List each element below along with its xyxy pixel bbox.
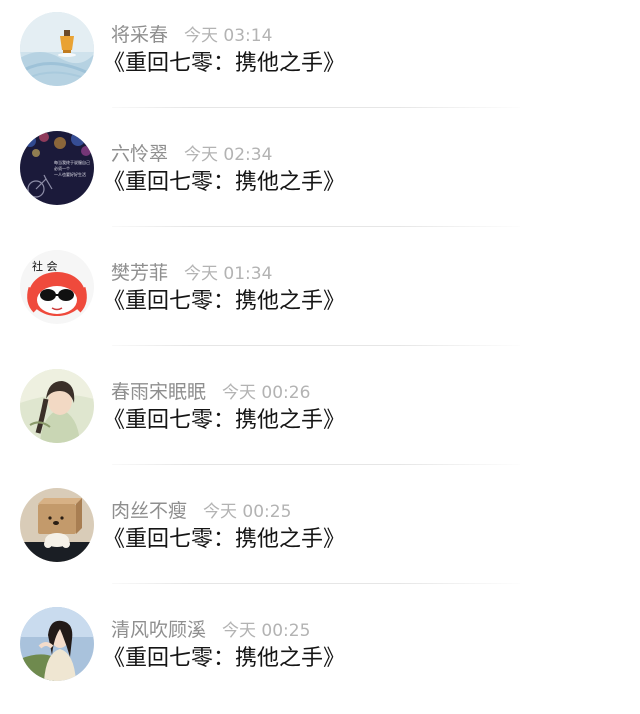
- username[interactable]: 肉丝不瘦: [111, 500, 187, 522]
- comment-text: 《重回七零：携他之手》: [103, 51, 346, 76]
- comment-meta: 樊芳菲 今天 01:34: [111, 260, 272, 286]
- cartoon-sunglasses-icon: 社 会: [20, 250, 94, 324]
- username[interactable]: 春雨宋眠眠: [111, 381, 206, 403]
- comment-item[interactable]: 将采春 今天 03:14 《重回七零：携他之手》: [0, 0, 640, 119]
- avatar-caption-line: 一人也要好好生活: [54, 171, 86, 177]
- username[interactable]: 将采春: [111, 24, 168, 46]
- comment-meta: 六怜翠 今天 02:34: [111, 141, 272, 167]
- divider: [112, 583, 520, 584]
- comment-item[interactable]: 社 会 樊芳菲 今天 01:34 《重回七零：携他之手》: [0, 238, 640, 357]
- comment-text: 《重回七零：携他之手》: [103, 646, 346, 671]
- comment-text: 《重回七零：携他之手》: [103, 408, 346, 433]
- box-bear-toy-avatar[interactable]: [20, 488, 94, 562]
- avatar-caption-line: 必须一个: [54, 165, 70, 171]
- girl-portrait-icon: [20, 607, 94, 681]
- avatar-caption-line: 每当我终于说服自己: [54, 159, 90, 165]
- timestamp: 今天 01:34: [184, 264, 273, 284]
- night-bicycle-icon: 每当我终于说服自己 必须一个 一人也要好好生活: [20, 131, 94, 205]
- teacup-photo-icon: [20, 12, 94, 86]
- username[interactable]: 樊芳菲: [111, 262, 168, 284]
- comment-item[interactable]: 春雨宋眠眠 今天 00:26 《重回七零：携他之手》: [0, 357, 640, 476]
- timestamp: 今天 02:34: [184, 145, 273, 165]
- divider: [112, 226, 520, 227]
- comment-text: 《重回七零：携他之手》: [103, 527, 346, 552]
- comment-item[interactable]: 肉丝不瘦 今天 00:25 《重回七零：携他之手》: [0, 476, 640, 595]
- comment-text: 《重回七零：携他之手》: [103, 170, 346, 195]
- timestamp: 今天 00:26: [222, 383, 311, 403]
- username[interactable]: 六怜翠: [111, 143, 168, 165]
- timestamp: 今天 00:25: [203, 502, 292, 522]
- comment-meta: 春雨宋眠眠 今天 00:26: [111, 379, 310, 405]
- divider: [112, 345, 520, 346]
- comment-meta: 清风吹顾溪 今天 00:25: [111, 617, 310, 643]
- ancient-style-portrait-icon: [20, 369, 94, 443]
- night-bicycle-avatar[interactable]: 每当我终于说服自己 必须一个 一人也要好好生活: [20, 131, 94, 205]
- comment-meta: 将采春 今天 03:14: [111, 22, 272, 48]
- avatar-caption: 社 会: [32, 259, 58, 273]
- timestamp: 今天 03:14: [184, 26, 273, 46]
- username[interactable]: 清风吹顾溪: [111, 619, 206, 641]
- comment-item[interactable]: 每当我终于说服自己 必须一个 一人也要好好生活 六怜翠 今天 02:34 《重回七…: [0, 119, 640, 238]
- teacup-photo-avatar[interactable]: [20, 12, 94, 86]
- ancient-style-portrait-avatar[interactable]: [20, 369, 94, 443]
- divider: [112, 464, 520, 465]
- comment-meta: 肉丝不瘦 今天 00:25: [111, 498, 291, 524]
- timestamp: 今天 00:25: [222, 621, 311, 641]
- cartoon-sunglasses-avatar[interactable]: 社 会: [20, 250, 94, 324]
- comment-text: 《重回七零：携他之手》: [103, 289, 346, 314]
- box-bear-toy-icon: [20, 488, 94, 562]
- girl-portrait-avatar[interactable]: [20, 607, 94, 681]
- comment-item[interactable]: 清风吹顾溪 今天 00:25 《重回七零：携他之手》: [0, 595, 640, 714]
- divider: [112, 107, 520, 108]
